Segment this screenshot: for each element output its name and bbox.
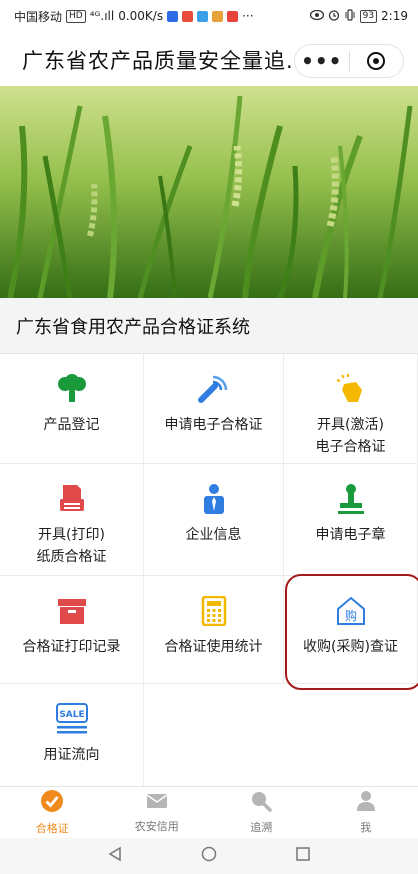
banner-image <box>0 86 418 298</box>
archive-box-icon <box>52 594 92 628</box>
grid-item-cert-flow[interactable]: SALE 用证流向 <box>0 684 144 790</box>
calculator-icon <box>194 594 234 628</box>
grid-item-apply-e-cert[interactable]: 申请电子合格证 <box>144 354 284 464</box>
tab-trace[interactable]: 追溯 <box>209 787 314 838</box>
tab-bar: 合格证 农安信用 追溯 我 <box>0 786 418 838</box>
grid-item-issue-e-cert[interactable]: 开具(激活) 电子合格证 <box>284 354 418 464</box>
svg-text:SALE: SALE <box>59 710 84 720</box>
grid-item-print-paper-cert[interactable]: 开具(打印) 纸质合格证 <box>0 464 144 576</box>
recents-icon[interactable] <box>295 846 311 866</box>
highlight-box <box>285 574 418 690</box>
grid-item-label-line2: 电子合格证 <box>315 439 386 455</box>
carrier-label: 中国移动 <box>14 9 63 24</box>
grid-item-product-register[interactable]: 产品登记 <box>0 354 144 464</box>
grid-item-label: 合格证使用统计 <box>164 639 263 655</box>
close-button[interactable] <box>349 52 403 70</box>
title-bar: 广东省农产品质量安全量追... ••• <box>0 32 418 88</box>
feature-grid: 产品登记 申请电子合格证 开具(激活) 电子合格证 开具(打印) 纸质合格证 企… <box>0 354 418 790</box>
user-tie-icon <box>194 482 234 516</box>
grid-item-label-line2: 纸质合格证 <box>36 549 107 565</box>
stamp-icon <box>331 482 371 516</box>
net-type-icon: HD <box>66 9 86 23</box>
grid-item-label: 合格证打印记录 <box>22 639 121 655</box>
more-button[interactable]: ••• <box>295 46 349 76</box>
tab-certificate[interactable]: 合格证 <box>0 787 105 838</box>
sale-tag-icon: SALE <box>52 702 92 736</box>
check-circle-icon <box>40 789 64 817</box>
tab-label: 追溯 <box>250 821 273 834</box>
app-notification-icon <box>182 10 194 22</box>
clock: 2:19 <box>381 9 408 23</box>
section-title: 广东省食用农产品合格证系统 <box>0 298 418 354</box>
tab-label: 我 <box>360 821 372 834</box>
battery-icon: 93 <box>359 9 378 23</box>
vibrate-icon <box>344 8 356 24</box>
back-icon[interactable] <box>107 846 123 866</box>
mini-program-capsule: ••• <box>294 44 404 78</box>
tab-label: 合格证 <box>35 822 69 835</box>
app-notification-icon <box>227 10 239 22</box>
home-icon[interactable] <box>201 846 217 866</box>
grid-item-label: 开具(激活) <box>317 417 384 433</box>
grid-item-label: 开具(打印) <box>38 527 105 543</box>
more-notifications: ··· <box>242 9 254 23</box>
target-icon <box>367 52 386 70</box>
printer-icon <box>52 482 92 516</box>
eye-icon <box>309 9 324 23</box>
person-icon <box>355 790 377 816</box>
app-notification-icon <box>197 10 209 22</box>
signal-icon: ⁴ᴳ.ıll <box>89 9 115 23</box>
grid-item-apply-e-seal[interactable]: 申请电子章 <box>284 464 418 576</box>
app-notification-icon <box>167 10 179 22</box>
net-speed: 0.00K/s <box>118 9 164 23</box>
grid-item-label: 用证流向 <box>43 747 100 763</box>
status-bar: 中国移动 HD ⁴ᴳ.ıll 0.00K/s ··· 93 2:19 <box>0 0 418 32</box>
grid-item-label: 产品登记 <box>43 417 100 433</box>
alarm-icon <box>328 9 340 24</box>
pointer-hand-icon <box>331 372 371 406</box>
magnifier-icon <box>250 790 272 816</box>
satellite-dish-icon <box>194 372 234 406</box>
grid-item-label: 企业信息 <box>185 527 242 543</box>
grid-item-company-info[interactable]: 企业信息 <box>144 464 284 576</box>
app-notification-icon <box>212 10 224 22</box>
tab-me[interactable]: 我 <box>314 787 418 838</box>
tab-credit[interactable]: 农安信用 <box>105 787 210 838</box>
page-title: 广东省农产品质量安全量追... <box>22 49 310 73</box>
broccoli-icon <box>52 372 92 406</box>
grid-item-label: 申请电子章 <box>315 527 386 543</box>
envelope-icon <box>146 791 168 815</box>
grid-item-usage-stats[interactable]: 合格证使用统计 <box>144 576 284 684</box>
tab-label: 农安信用 <box>134 820 179 833</box>
grid-item-print-records[interactable]: 合格证打印记录 <box>0 576 144 684</box>
grid-item-label: 申请电子合格证 <box>164 417 263 433</box>
system-nav-bar <box>0 838 418 874</box>
